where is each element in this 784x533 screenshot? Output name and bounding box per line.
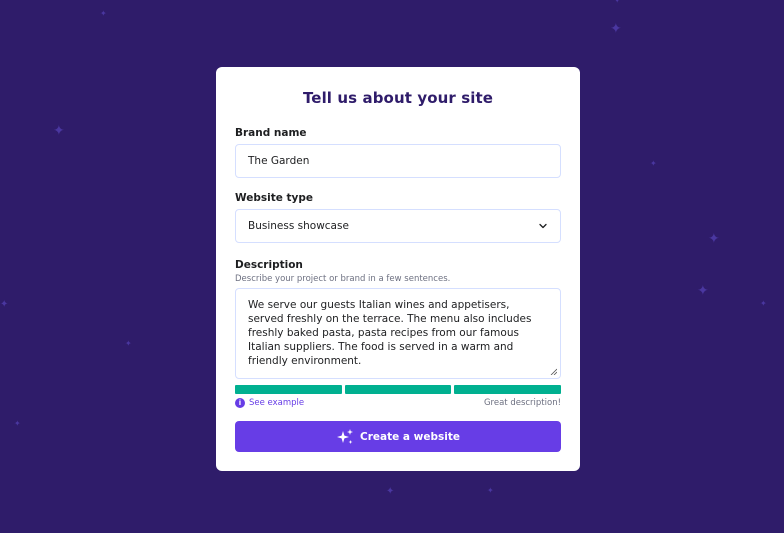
description-label: Description — [235, 259, 303, 271]
brand-label: Brand name — [235, 127, 307, 139]
star-icon: ✦ — [708, 231, 720, 247]
description-section: Description Describe your project or bra… — [235, 259, 562, 408]
create-website-button[interactable]: Create a website — [235, 421, 561, 452]
brand-name-value: The Garden — [248, 155, 310, 167]
star-icon: ✦ — [613, 0, 622, 6]
star-icon: ✦ — [14, 419, 21, 428]
brand-name-input[interactable]: The Garden — [235, 144, 561, 178]
star-icon: ✦ — [0, 299, 9, 310]
star-icon: ✦ — [53, 123, 65, 139]
description-hint: Describe your project or brand in a few … — [235, 274, 451, 284]
star-icon: ✦ — [697, 283, 709, 299]
brand-section: Brand name The Garden — [235, 127, 561, 178]
star-icon: ✦ — [610, 21, 622, 37]
see-example-label: See example — [249, 398, 305, 408]
see-example-link[interactable]: i See example — [235, 398, 304, 408]
chevron-down-icon — [539, 223, 547, 229]
resize-handle-icon[interactable] — [550, 368, 557, 375]
site-info-card: Tell us about your site Brand name The G… — [216, 67, 580, 471]
info-icon: i — [235, 398, 245, 408]
star-icon: ✦ — [650, 159, 657, 168]
create-website-label: Create a website — [360, 430, 460, 443]
description-quality-meter — [235, 385, 562, 394]
quality-segment — [454, 385, 562, 394]
website-type-section: Website type Business showcase — [235, 192, 561, 243]
website-type-label: Website type — [235, 192, 313, 204]
quality-segment — [235, 385, 342, 394]
star-icon: ✦ — [386, 486, 395, 497]
sparkle-icon — [337, 428, 354, 444]
website-type-select[interactable]: Business showcase — [235, 209, 561, 243]
star-icon: ✦ — [125, 339, 132, 348]
description-value: We serve our guests Italian wines and ap… — [248, 299, 532, 367]
quality-status: Great description! — [483, 398, 561, 408]
star-icon: ✦ — [760, 299, 767, 308]
description-textarea[interactable]: We serve our guests Italian wines and ap… — [235, 288, 561, 379]
star-icon: ✦ — [487, 486, 494, 495]
card-title: Tell us about your site — [302, 89, 494, 107]
quality-segment — [344, 385, 452, 394]
quality-meta: i See example Great description! — [235, 398, 561, 408]
website-type-value: Business showcase — [248, 220, 349, 232]
star-icon: ✦ — [100, 9, 107, 18]
